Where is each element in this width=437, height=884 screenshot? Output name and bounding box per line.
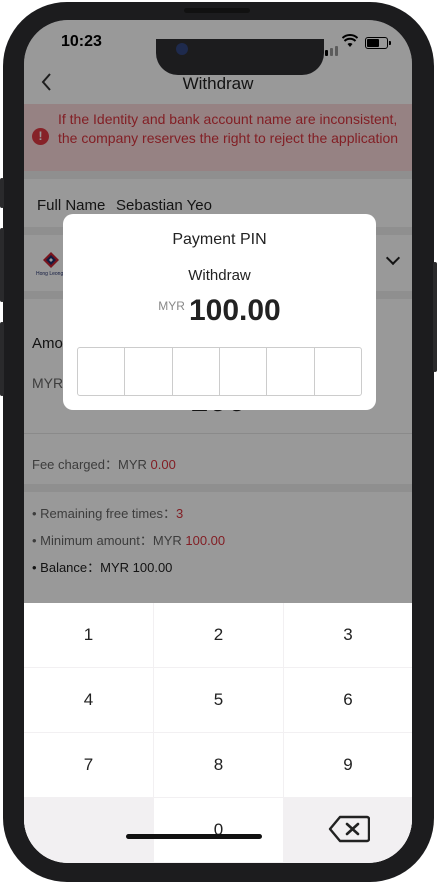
- pin-digit[interactable]: [220, 348, 268, 395]
- key-1[interactable]: 1: [24, 603, 153, 667]
- key-2[interactable]: 2: [154, 603, 283, 667]
- backspace-button[interactable]: [284, 798, 412, 862]
- pin-input[interactable]: [77, 347, 362, 396]
- pin-digit[interactable]: [267, 348, 315, 395]
- key-3[interactable]: 3: [284, 603, 412, 667]
- key-0[interactable]: 0: [154, 798, 283, 862]
- screen: 10:23 Withdraw ! If the Identity and ban…: [24, 20, 412, 863]
- key-9[interactable]: 9: [284, 733, 412, 797]
- front-camera: [176, 43, 188, 55]
- speaker-grille: [184, 8, 250, 13]
- dialog-currency: MYR: [158, 299, 185, 313]
- pin-digit[interactable]: [315, 348, 361, 395]
- numeric-keypad: 1 2 3 4 5 6 7 8 9 0: [24, 603, 412, 863]
- phone-power-button: [433, 262, 437, 372]
- pin-digit[interactable]: [173, 348, 220, 395]
- phone-volume-up: [0, 228, 4, 302]
- key-5[interactable]: 5: [154, 668, 283, 732]
- payment-pin-dialog: Payment PIN Withdraw MYR 100.00: [63, 214, 376, 410]
- pin-digit[interactable]: [78, 348, 126, 395]
- dialog-amount: MYR 100.00: [63, 294, 376, 328]
- home-indicator[interactable]: [126, 834, 262, 839]
- key-7[interactable]: 7: [24, 733, 153, 797]
- key-empty: [24, 798, 153, 862]
- dialog-subtitle: Withdraw: [188, 267, 251, 284]
- pin-digit[interactable]: [125, 348, 173, 395]
- phone-volume-down: [0, 322, 4, 396]
- key-6[interactable]: 6: [284, 668, 412, 732]
- dialog-title: Payment PIN: [172, 231, 267, 248]
- key-4[interactable]: 4: [24, 668, 153, 732]
- phone-side-button: [0, 178, 4, 208]
- key-8[interactable]: 8: [154, 733, 283, 797]
- dialog-amount-value: 100.00: [188, 294, 281, 327]
- backspace-icon: [328, 815, 370, 843]
